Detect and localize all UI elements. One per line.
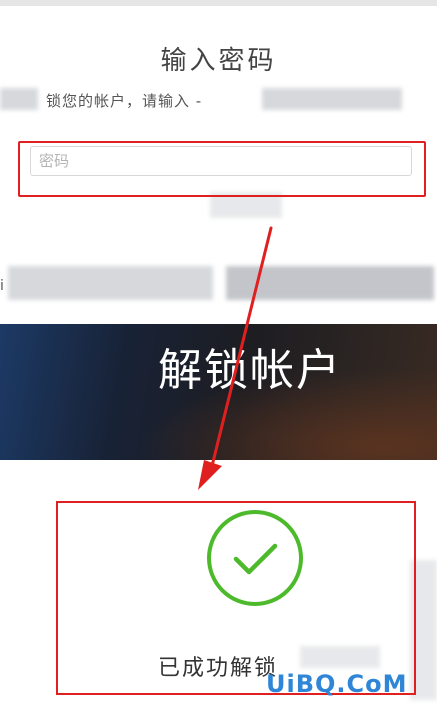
success-text: 已成功解锁	[158, 656, 279, 681]
obscured-region	[226, 266, 434, 300]
password-input[interactable]	[30, 146, 412, 176]
watermark-text: UiBQ.CoM	[266, 670, 408, 698]
banner-title: 解锁帐户	[158, 345, 342, 396]
dialog-title: 输入密码	[160, 46, 277, 76]
check-circle-icon	[207, 510, 303, 606]
obscured-region	[0, 88, 38, 110]
instruction-text: 锁您的帐户，请输入 -	[46, 92, 203, 110]
top-strip	[0, 0, 437, 6]
obscured-region	[262, 88, 402, 110]
side-text: i	[0, 278, 4, 294]
obscured-region	[8, 266, 213, 300]
unlock-banner: 解锁帐户	[0, 324, 437, 460]
